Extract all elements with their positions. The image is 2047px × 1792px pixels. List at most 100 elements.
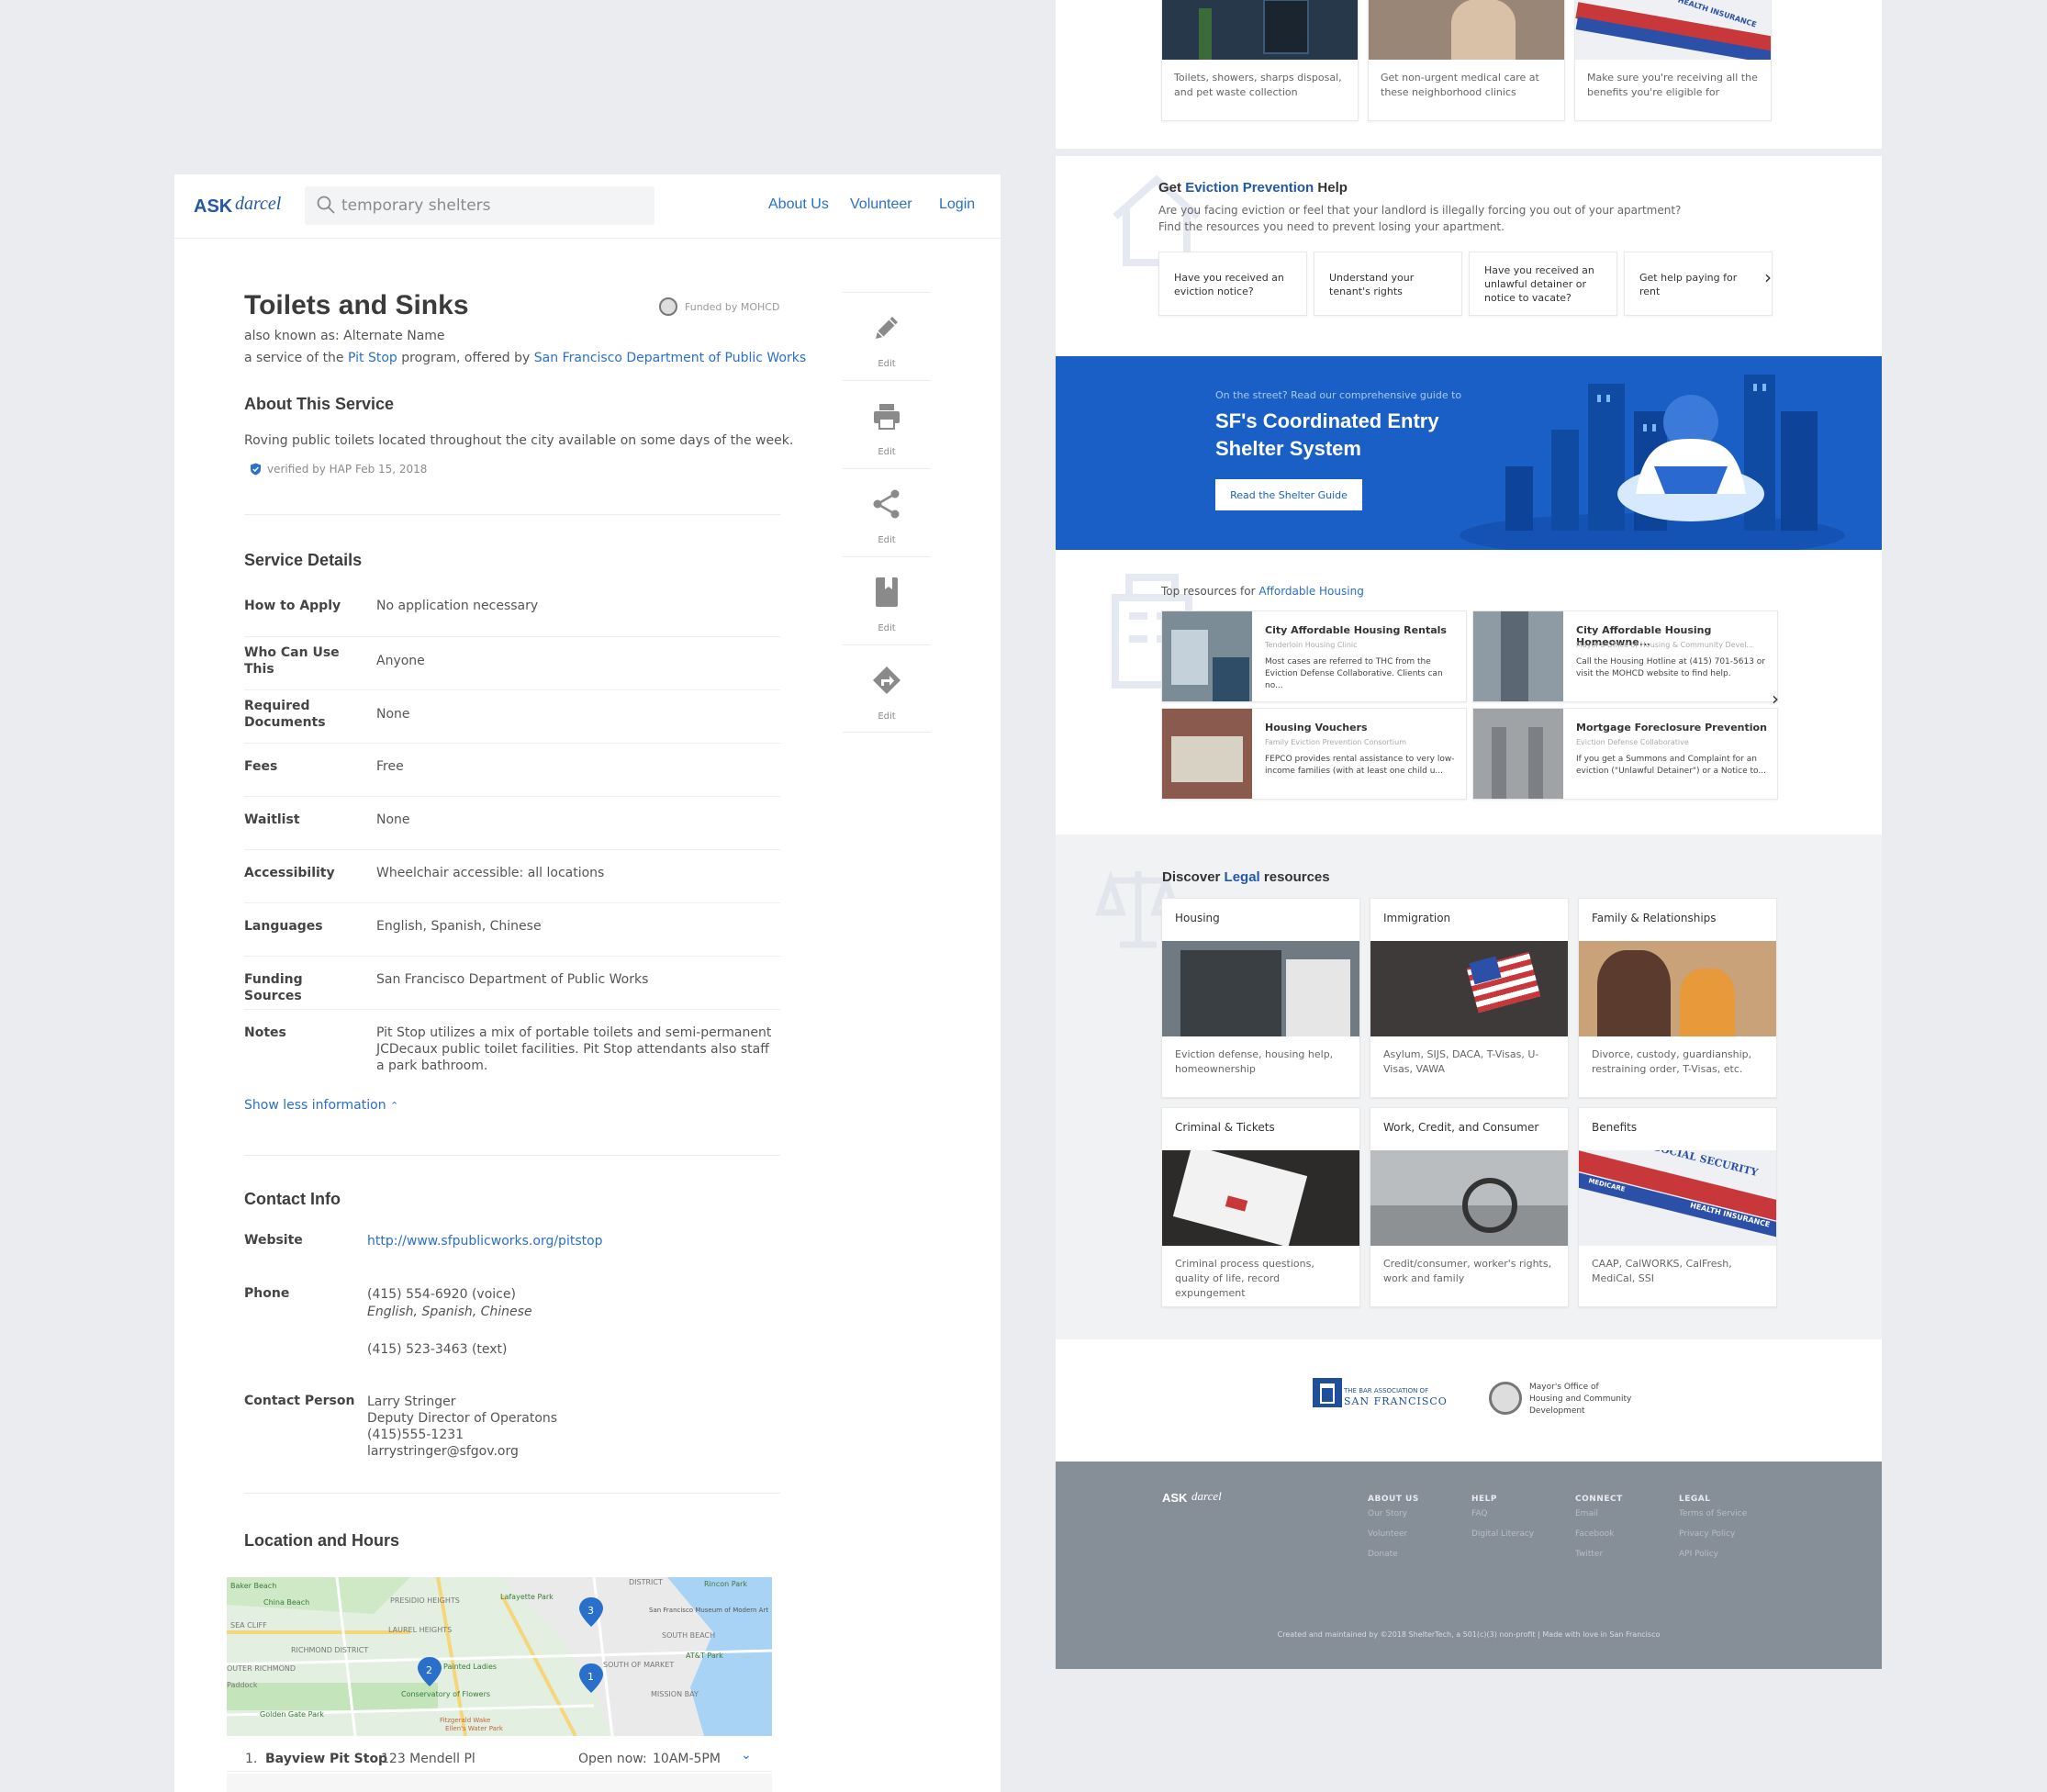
eviction-card-text: Have you received an unlawful detainer o… bbox=[1484, 264, 1594, 304]
footer-link[interactable]: Digital Literacy bbox=[1471, 1524, 1534, 1544]
footer-logo-ask[interactable]: ASK bbox=[1162, 1491, 1187, 1505]
print-action[interactable]: Edit bbox=[843, 380, 931, 468]
contact-heading: Contact Info bbox=[244, 1190, 341, 1208]
map-label: Fitzgerald Wake bbox=[440, 1717, 490, 1724]
phone-languages: English, Spanish, Chinese bbox=[367, 1305, 532, 1319]
nav-volunteer[interactable]: Volunteer bbox=[850, 196, 912, 213]
eviction-card[interactable]: Get help paying for rent bbox=[1624, 252, 1773, 316]
nav-login[interactable]: Login bbox=[939, 196, 975, 213]
contact-phone[interactable]: (415)555-1231 bbox=[367, 1427, 557, 1443]
eviction-card[interactable]: Have you received an unlawful detainer o… bbox=[1469, 252, 1617, 316]
website-link[interactable]: http://www.sfpublicworks.org/pitstop bbox=[367, 1233, 603, 1249]
housing-resource-card[interactable]: Housing Vouchers Family Eviction Prevent… bbox=[1161, 708, 1467, 800]
phone-voice[interactable]: (415) 554-6920 (voice) bbox=[367, 1286, 516, 1303]
housing-resource-card[interactable]: City Affordable Housing Homeowne... Mayo… bbox=[1472, 610, 1778, 702]
resource-photo bbox=[1473, 709, 1563, 799]
legal-section: Discover Legal resources Housing Evictio… bbox=[1056, 834, 1882, 1339]
pin-number: 2 bbox=[426, 1664, 432, 1676]
resource-desc: If you get a Summons and Complaint for a… bbox=[1576, 755, 1766, 776]
eviction-card[interactable]: Have you received an eviction notice? bbox=[1158, 252, 1307, 316]
divider bbox=[244, 514, 780, 515]
program-link[interactable]: Pit Stop bbox=[348, 351, 397, 365]
footer-link[interactable]: Facebook bbox=[1575, 1524, 1623, 1544]
footer-logo-darcel[interactable]: darcel bbox=[1191, 1489, 1222, 1504]
pin-number: 3 bbox=[587, 1605, 594, 1617]
bar-association-line-1: THE BAR ASSOCIATION OF bbox=[1344, 1387, 1429, 1394]
mother-shape bbox=[1597, 950, 1671, 1036]
location-row[interactable]: 1. Bayview Pit Stop 123 Mendell Pl Open … bbox=[227, 1744, 772, 1772]
detail-value: Anyone bbox=[376, 654, 425, 668]
footer-link[interactable]: Privacy Policy bbox=[1679, 1524, 1747, 1544]
eviction-card[interactable]: Understand your tenant's rights bbox=[1314, 252, 1462, 316]
housing-highlight-link[interactable]: Affordable Housing bbox=[1258, 585, 1363, 598]
map-label: AT&T Park bbox=[686, 1652, 723, 1660]
chevron-down-icon[interactable]: ⌄ bbox=[741, 1748, 752, 1763]
map-label: Rincon Park bbox=[704, 1580, 747, 1588]
search-input[interactable] bbox=[341, 192, 644, 219]
location-map[interactable]: Baker Beach China Beach Lafayette Park D… bbox=[227, 1577, 772, 1736]
legal-card-work[interactable]: Work, Credit, and Consumer Credit/consum… bbox=[1370, 1107, 1569, 1307]
logo-ask[interactable]: ASK bbox=[194, 196, 232, 218]
legal-card-housing[interactable]: Housing Eviction defense, housing help, … bbox=[1161, 898, 1360, 1098]
housing-resource-card[interactable]: Mortgage Foreclosure Prevention Eviction… bbox=[1472, 708, 1778, 800]
top-card-pit-stop[interactable]: Toilets, showers, sharps disposal, and p… bbox=[1161, 0, 1359, 121]
resource-title: City Affordable Housing Rentals bbox=[1265, 624, 1447, 636]
read-shelter-guide-button[interactable]: Read the Shelter Guide bbox=[1215, 479, 1362, 510]
top-card-medical[interactable]: Get non-urgent medical care at these nei… bbox=[1368, 0, 1565, 121]
resource-desc: Call the Housing Hotline at (415) 701-56… bbox=[1576, 657, 1766, 678]
search-box[interactable] bbox=[305, 186, 654, 225]
verified-shield-icon bbox=[251, 463, 261, 476]
service-detail-page: ASK darcel About Us Volunteer Login Toil… bbox=[174, 174, 1001, 1792]
verified-badge: verified by HAP Feb 15, 2018 bbox=[250, 463, 427, 476]
show-less-toggle[interactable]: Show less information ⌃ bbox=[244, 1098, 398, 1113]
legal-card-criminal[interactable]: Criminal & Tickets Criminal process ques… bbox=[1161, 1107, 1360, 1307]
footer-link[interactable]: Our Story bbox=[1368, 1504, 1419, 1524]
kiosk-shape bbox=[1263, 0, 1309, 54]
footer-link[interactable]: Terms of Service bbox=[1679, 1504, 1747, 1524]
eviction-card-text: Understand your tenant's rights bbox=[1329, 272, 1415, 297]
bar-association-line-2: SAN FRANCISCO bbox=[1344, 1395, 1448, 1407]
contact-person-label: Contact Person bbox=[244, 1394, 355, 1408]
mohcd-line-3: Development bbox=[1529, 1406, 1585, 1416]
footer-link[interactable]: FAQ bbox=[1471, 1504, 1534, 1524]
map-label: SOUTH BEACH bbox=[662, 1631, 715, 1640]
carousel-next-icon[interactable]: › bbox=[1772, 688, 1779, 710]
footer-link[interactable]: Donate bbox=[1368, 1544, 1419, 1564]
legal-highlight: Legal bbox=[1224, 869, 1260, 885]
contact-person: Larry Stringer Deputy Director of Operat… bbox=[367, 1394, 557, 1460]
share-action[interactable]: Edit bbox=[843, 468, 931, 556]
person-shape bbox=[1199, 8, 1212, 60]
footer-link[interactable]: Email bbox=[1575, 1504, 1623, 1524]
phone-text[interactable]: (415) 523-3463 (text) bbox=[367, 1341, 508, 1358]
wheelchair-shape bbox=[1462, 1178, 1517, 1233]
footer-link[interactable]: API Policy bbox=[1679, 1544, 1747, 1564]
edit-action[interactable]: Edit bbox=[843, 292, 931, 380]
map-label: DISTRICT bbox=[629, 1578, 663, 1586]
site-footer: ASK darcel ABOUT US Our Story Volunteer … bbox=[1056, 1462, 1882, 1669]
contact-title: Deputy Director of Operatons bbox=[367, 1411, 558, 1426]
footer-credit: Created and maintained by ©2018 ShelterT… bbox=[1277, 1630, 1661, 1639]
contact-email[interactable]: larrystringer@sfgov.org bbox=[367, 1443, 557, 1460]
footer-link[interactable]: Twitter bbox=[1575, 1544, 1623, 1564]
bookmark-icon bbox=[876, 577, 898, 607]
legal-card-immigration[interactable]: Immigration Asylum, SIJS, DACA, T-Visas,… bbox=[1370, 898, 1569, 1098]
logo-darcel[interactable]: darcel bbox=[235, 194, 281, 215]
footer-col-heading: LEGAL bbox=[1679, 1495, 1711, 1504]
legal-card-benefits[interactable]: Benefits SOCIAL SECURITY MEDICARE HEALTH… bbox=[1578, 1107, 1777, 1307]
footer-col-connect: CONNECT Email Facebook Twitter bbox=[1575, 1495, 1623, 1564]
footer-link[interactable]: Volunteer bbox=[1368, 1524, 1419, 1544]
building-shape bbox=[1180, 950, 1281, 1036]
directions-action[interactable]: Edit bbox=[843, 644, 931, 733]
provider-link[interactable]: San Francisco Department of Public Works bbox=[534, 351, 806, 365]
carousel-next-icon[interactable]: › bbox=[1764, 266, 1772, 288]
detail-value: San Francisco Department of Public Works bbox=[376, 972, 649, 987]
legal-card-title: Immigration bbox=[1383, 912, 1451, 924]
nav-about-us[interactable]: About Us bbox=[768, 196, 829, 213]
housing-resource-card[interactable]: City Affordable Housing Rentals Tenderlo… bbox=[1161, 610, 1467, 702]
legal-card-family[interactable]: Family & Relationships Divorce, custody,… bbox=[1578, 898, 1777, 1098]
bookmark-action[interactable]: Edit bbox=[843, 556, 931, 644]
footer-col-legal: LEGAL Terms of Service Privacy Policy AP… bbox=[1679, 1495, 1747, 1564]
verified-text: verified by HAP Feb 15, 2018 bbox=[267, 463, 428, 476]
detail-row-required-documents: Required Documents None bbox=[244, 690, 780, 744]
top-card-benefits[interactable]: HEALTH INSURANCE Make sure you're receiv… bbox=[1574, 0, 1772, 121]
